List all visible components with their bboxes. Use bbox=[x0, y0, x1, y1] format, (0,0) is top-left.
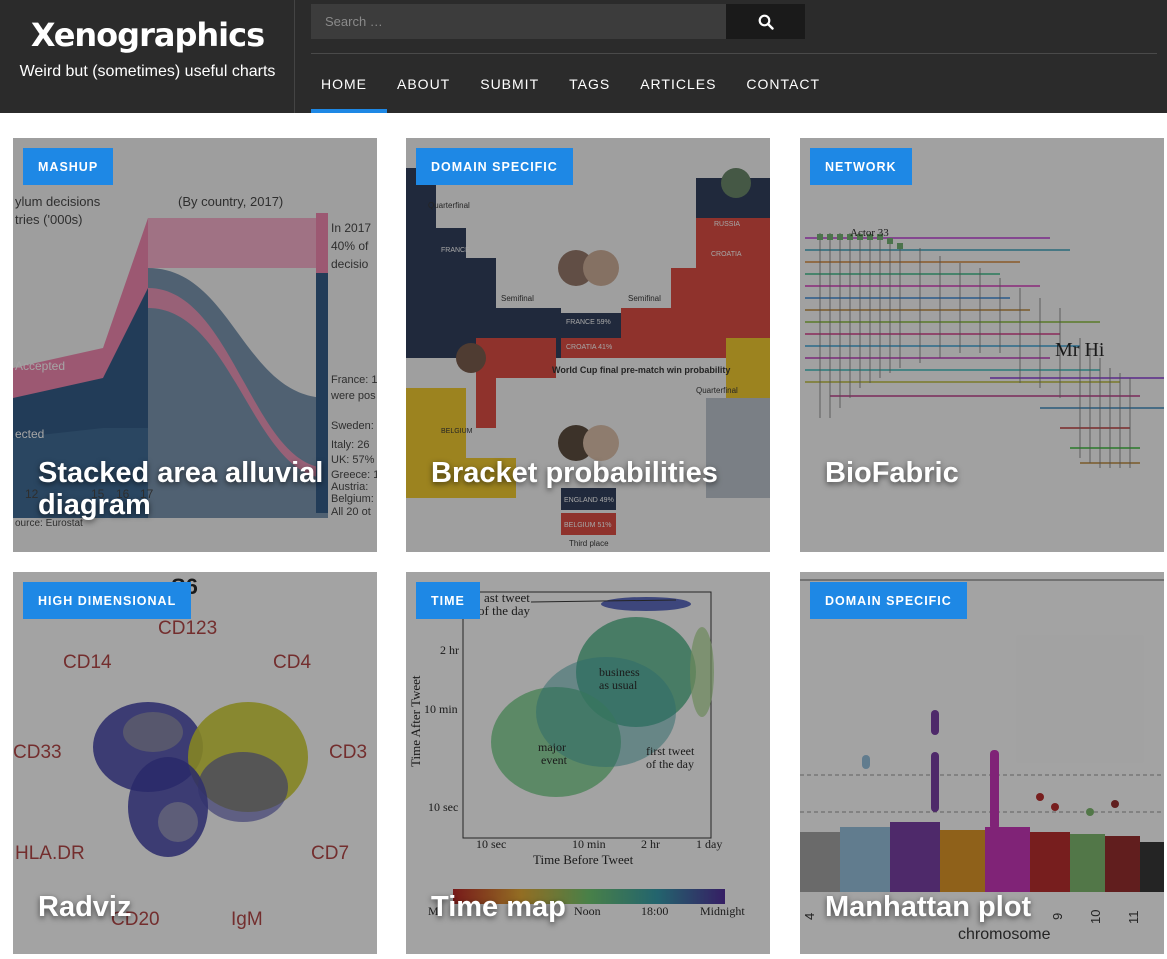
nav-item-tags[interactable]: TAGS bbox=[559, 54, 630, 113]
card-title[interactable]: Manhattan plot bbox=[825, 891, 1145, 923]
nav-item-articles[interactable]: ARTICLES bbox=[630, 54, 736, 113]
card-title[interactable]: Time map bbox=[431, 891, 751, 923]
brand[interactable]: Xenographics Weird but (sometimes) usefu… bbox=[0, 0, 295, 113]
tag-badge[interactable]: MASHUP bbox=[23, 148, 114, 185]
tag-badge[interactable]: DOMAIN SPECIFIC bbox=[810, 582, 967, 619]
tag-badge[interactable]: NETWORK bbox=[810, 148, 912, 185]
search-form bbox=[311, 4, 805, 39]
card-title[interactable]: BioFabric bbox=[825, 457, 1145, 489]
search-input[interactable] bbox=[311, 4, 726, 39]
tag-badge[interactable]: DOMAIN SPECIFIC bbox=[416, 148, 573, 185]
card-title[interactable]: Bracket probabilities bbox=[431, 457, 751, 489]
site-title[interactable]: Xenographics bbox=[0, 16, 295, 54]
search-button[interactable] bbox=[726, 4, 805, 39]
chart-card[interactable]: S6 CD123 CD14 CD4 CD33 CD3 HLA.DR CD7 CD… bbox=[13, 572, 377, 954]
card-title[interactable]: Stacked area alluvial diagram bbox=[38, 457, 358, 521]
tag-badge[interactable]: TIME bbox=[416, 582, 480, 619]
chart-card[interactable]: ast tweet of the day 2 hr 10 min 10 sec … bbox=[406, 572, 770, 954]
tag-badge[interactable]: HIGH DIMENSIONAL bbox=[23, 582, 192, 619]
chart-card[interactable]: Actor 33 Mr Hi NETWORK BioFabric bbox=[800, 138, 1164, 552]
site-header: Xenographics Weird but (sometimes) usefu… bbox=[0, 0, 1167, 113]
site-tagline: Weird but (sometimes) useful charts bbox=[19, 63, 276, 80]
main-nav: HOME ABOUT SUBMIT TAGS ARTICLES CONTACT bbox=[311, 54, 840, 113]
nav-item-about[interactable]: ABOUT bbox=[387, 54, 470, 113]
nav-item-submit[interactable]: SUBMIT bbox=[470, 54, 559, 113]
nav-item-contact[interactable]: CONTACT bbox=[736, 54, 840, 113]
card-overlay bbox=[406, 138, 770, 552]
chart-card[interactable]: Quarterfinal FRANCE Semifinal FRANCE 59%… bbox=[406, 138, 770, 552]
nav-item-home[interactable]: HOME bbox=[311, 54, 387, 113]
chart-card[interactable]: (By country, 2017) ylum decisions tries … bbox=[13, 138, 377, 552]
search-icon bbox=[758, 14, 774, 30]
card-overlay bbox=[800, 138, 1164, 552]
chart-card[interactable]: 4 9 10 11 chromosome DOMAIN SPECIFIC Man… bbox=[800, 572, 1164, 954]
card-title[interactable]: Radviz bbox=[38, 891, 358, 923]
